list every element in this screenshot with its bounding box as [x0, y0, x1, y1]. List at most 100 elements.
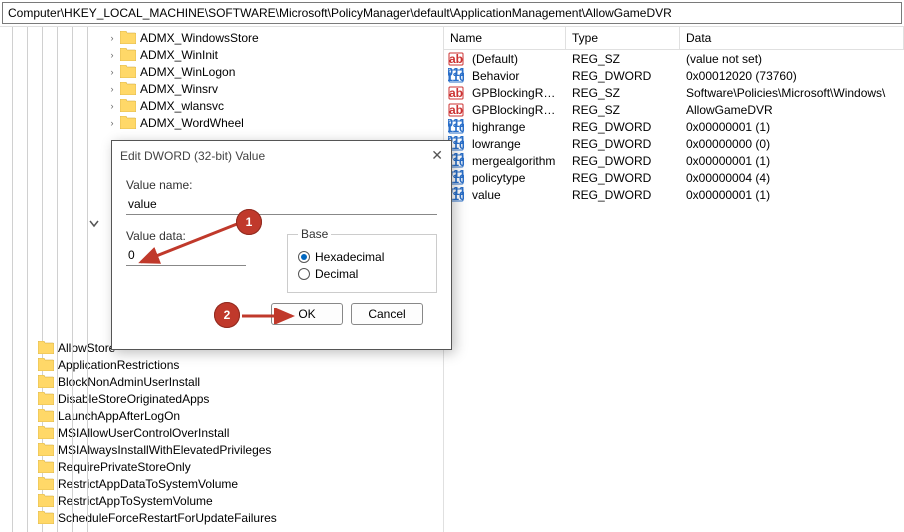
folder-icon	[120, 65, 136, 78]
folder-icon	[38, 392, 54, 405]
tree-item[interactable]: LaunchAppAfterLogOn	[18, 407, 443, 424]
radio-icon	[298, 268, 310, 280]
dialog-titlebar: Edit DWORD (32-bit) Value ✕	[112, 141, 451, 170]
tree-item[interactable]: MSIAlwaysInstallWithElevatedPrivileges	[18, 441, 443, 458]
folder-icon	[38, 409, 54, 422]
cell-data: 0x00000001 (1)	[680, 188, 904, 202]
folder-icon	[120, 99, 136, 112]
annotation-badge-2: 2	[214, 302, 240, 328]
list-row[interactable]: 011110lowrangeREG_DWORD0x00000000 (0)	[444, 135, 904, 152]
cell-data: 0x00000004 (4)	[680, 171, 904, 185]
dialog-title: Edit DWORD (32-bit) Value	[120, 149, 265, 163]
cell-data: 0x00012020 (73760)	[680, 69, 904, 83]
tree-item[interactable]: RestrictAppDataToSystemVolume	[18, 475, 443, 492]
value-data-input[interactable]	[126, 245, 246, 266]
col-header-data[interactable]: Data	[680, 27, 904, 49]
tree-item-label: RestrictAppDataToSystemVolume	[58, 477, 238, 491]
svg-text:110: 110	[448, 70, 464, 84]
tree-item-label: ADMX_Winsrv	[140, 82, 218, 96]
folder-icon	[120, 31, 136, 44]
cell-type: REG_DWORD	[566, 137, 680, 151]
list-row[interactable]: 011110BehaviorREG_DWORD0x00012020 (73760…	[444, 67, 904, 84]
tree-item-label: LaunchAppAfterLogOn	[58, 409, 180, 423]
dword-value-icon: 011110	[448, 68, 464, 84]
chevron-right-icon[interactable]: ›	[106, 84, 118, 94]
close-icon[interactable]: ✕	[431, 147, 443, 164]
radio-icon	[298, 251, 310, 263]
cell-data: 0x00000001 (1)	[680, 154, 904, 168]
col-header-type[interactable]: Type	[566, 27, 680, 49]
tree-item[interactable]: ›ADMX_WinLogon	[100, 63, 443, 80]
tree-item[interactable]: BlockNonAdminUserInstall	[18, 373, 443, 390]
string-value-icon: ab	[448, 85, 464, 101]
list-row[interactable]: 011110mergealgorithmREG_DWORD0x00000001 …	[444, 152, 904, 169]
folder-icon	[38, 477, 54, 490]
tree-item[interactable]: RequirePrivateStoreOnly	[18, 458, 443, 475]
string-value-icon: ab	[448, 102, 464, 118]
cell-data: Software\Policies\Microsoft\Windows\	[680, 86, 904, 100]
chevron-right-icon[interactable]: ›	[106, 33, 118, 43]
cell-type: REG_DWORD	[566, 154, 680, 168]
folder-icon	[38, 511, 54, 524]
cell-data: AllowGameDVR	[680, 103, 904, 117]
radio-dec-label: Decimal	[315, 267, 358, 281]
tree-item-label: MSIAllowUserControlOverInstall	[58, 426, 229, 440]
chevron-down-icon[interactable]	[88, 218, 100, 230]
radio-hex[interactable]: Hexadecimal	[298, 250, 426, 264]
col-header-name[interactable]: Name	[444, 27, 566, 49]
tree-item[interactable]: › ADMX_WordWheel	[100, 114, 443, 131]
cell-type: REG_DWORD	[566, 69, 680, 83]
tree-item-label: ADMX_WordWheel	[140, 116, 244, 130]
base-fieldset: Base Hexadecimal Decimal	[287, 227, 437, 293]
list-row[interactable]: abGPBlockingReg...REG_SZAllowGameDVR	[444, 101, 904, 118]
address-bar[interactable]: Computer\HKEY_LOCAL_MACHINE\SOFTWARE\Mic…	[2, 2, 902, 24]
list-row[interactable]: 011110valueREG_DWORD0x00000001 (1)	[444, 186, 904, 203]
tree-item-label: AllowStore	[58, 341, 115, 355]
cell-type: REG_SZ	[566, 103, 680, 117]
tree-item[interactable]: › ADMX_WinInit	[100, 46, 443, 63]
chevron-right-icon[interactable]: ›	[106, 101, 118, 111]
tree-item-label: RequirePrivateStoreOnly	[58, 460, 191, 474]
list-row[interactable]: abGPBlockingReg...REG_SZSoftware\Policie…	[444, 84, 904, 101]
folder-icon	[120, 48, 136, 61]
chevron-right-icon[interactable]: ›	[106, 50, 118, 60]
chevron-right-icon[interactable]: ›	[106, 118, 118, 128]
tree-item[interactable]: ApplicationRestrictions	[18, 356, 443, 373]
list-row[interactable]: ab(Default)REG_SZ(value not set)	[444, 50, 904, 67]
list-header: Name Type Data	[444, 27, 904, 50]
chevron-right-icon[interactable]: ›	[106, 67, 118, 77]
tree-item-label: ADMX_wlansvc	[140, 99, 224, 113]
radio-hex-label: Hexadecimal	[315, 250, 384, 264]
svg-text:ab: ab	[449, 86, 463, 100]
folder-icon	[120, 82, 136, 95]
tree-item[interactable]: ScheduleForceRestartForUpdateFailures	[18, 509, 443, 526]
folder-icon	[38, 443, 54, 456]
tree-item[interactable]: RestrictAppToSystemVolume	[18, 492, 443, 509]
radio-dec[interactable]: Decimal	[298, 267, 426, 281]
tree-item-label: ApplicationRestrictions	[58, 358, 179, 372]
tree-item[interactable]: › ADMX_wlansvc	[100, 97, 443, 114]
folder-icon	[38, 341, 54, 354]
annotation-badge-1: 1	[236, 209, 262, 235]
cancel-button[interactable]: Cancel	[351, 303, 423, 325]
ok-button[interactable]: OK	[271, 303, 343, 325]
cell-name: (Default)	[466, 52, 566, 66]
value-name-input[interactable]	[126, 194, 437, 215]
cell-data: 0x00000000 (0)	[680, 137, 904, 151]
tree-item-label: ADMX_WinInit	[140, 48, 218, 62]
tree-item-label: BlockNonAdminUserInstall	[58, 375, 200, 389]
base-legend: Base	[298, 227, 331, 241]
folder-icon	[38, 426, 54, 439]
cell-name: policytype	[466, 171, 566, 185]
folder-icon	[38, 460, 54, 473]
tree-item[interactable]: MSIAllowUserControlOverInstall	[18, 424, 443, 441]
svg-text:110: 110	[448, 121, 464, 135]
svg-text:ab: ab	[449, 52, 463, 66]
cell-name: value	[466, 188, 566, 202]
tree-item[interactable]: ›ADMX_WindowsStore	[100, 29, 443, 46]
list-row[interactable]: 011110highrangeREG_DWORD0x00000001 (1)	[444, 118, 904, 135]
tree-item[interactable]: › ADMX_Winsrv	[100, 80, 443, 97]
cell-type: REG_DWORD	[566, 120, 680, 134]
list-row[interactable]: 011110policytypeREG_DWORD0x00000004 (4)	[444, 169, 904, 186]
tree-item[interactable]: DisableStoreOriginatedApps	[18, 390, 443, 407]
